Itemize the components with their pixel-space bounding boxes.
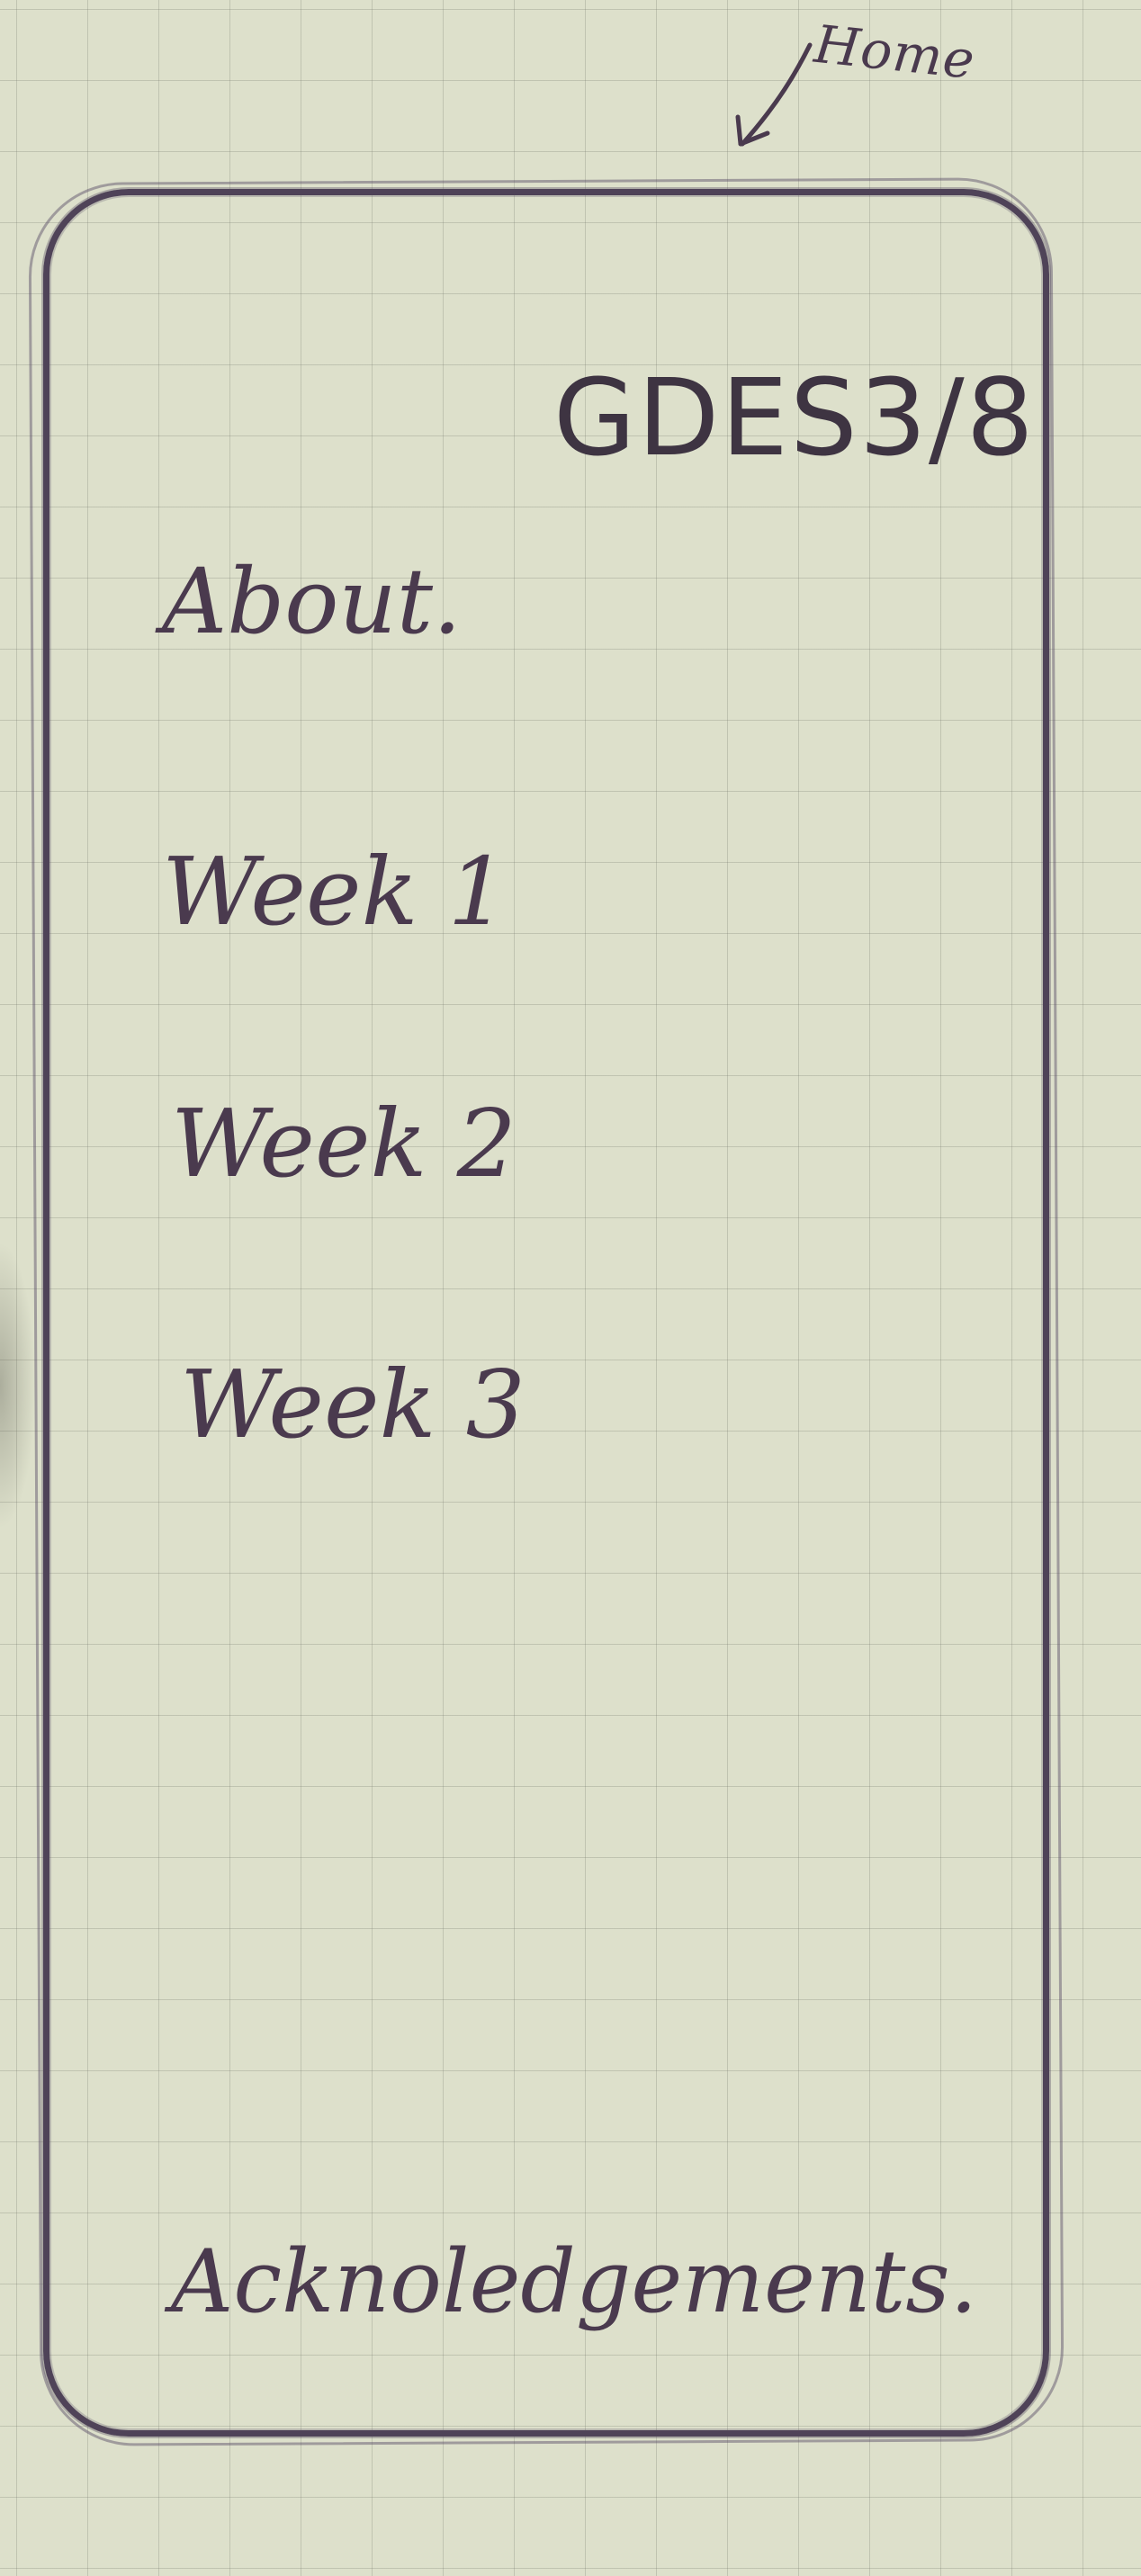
page-title: GDES3/8 [553,355,1036,480]
paper-shadow [0,1242,36,1530]
menu-item-week-1[interactable]: Week 1 [162,837,508,947]
menu-item-week-2[interactable]: Week 2 [171,1089,517,1198]
phone-frame [43,189,1049,2437]
menu-item-acknowledgements[interactable]: Acknoledgements. [171,2231,977,2332]
home-annotation: Home [724,13,1021,153]
menu-item-week-3[interactable]: Week 3 [180,1350,526,1459]
menu-item-about[interactable]: About. [162,549,462,654]
